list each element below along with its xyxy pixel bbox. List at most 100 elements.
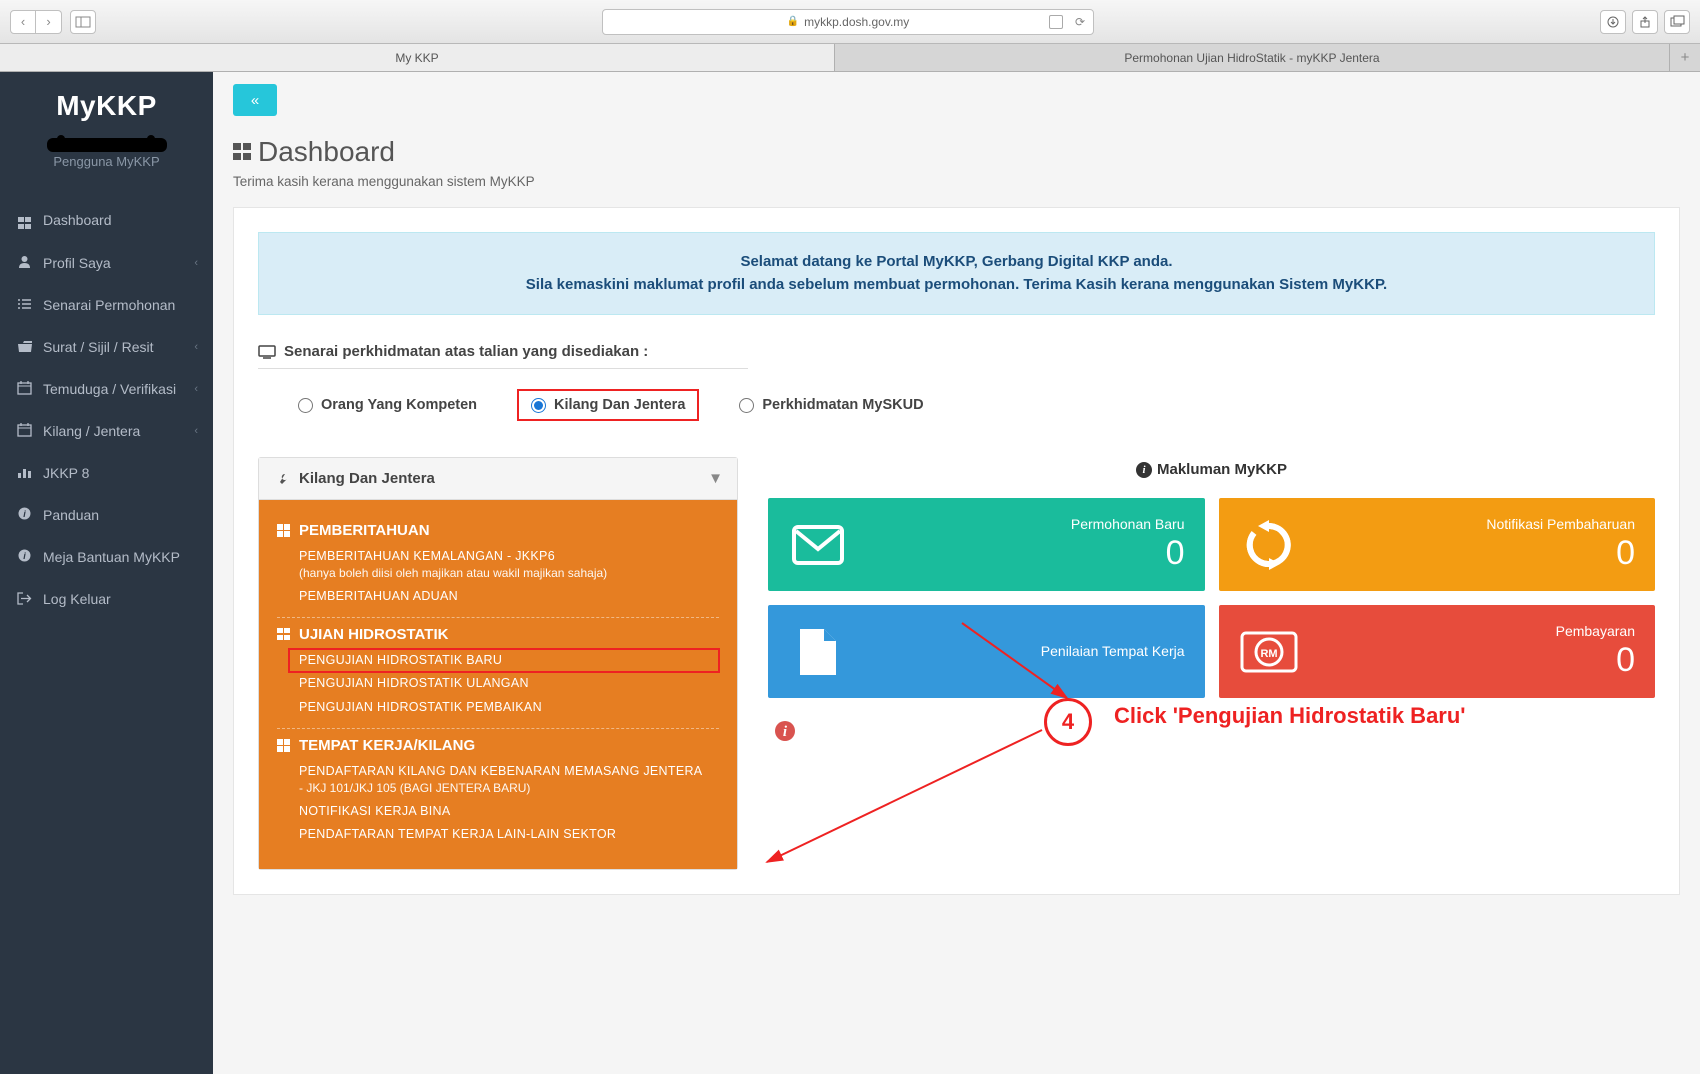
browser-tab[interactable]: Permohonan Ujian HidroStatik - myKKP Jen…	[835, 44, 1670, 71]
welcome-alert: Selamat datang ke Portal MyKKP, Gerbang …	[258, 232, 1655, 315]
sidebar-item-label: Surat / Sijil / Resit	[43, 339, 153, 355]
services-panel: Kilang Dan Jentera ▼ PEMBERITAHUANPEMBER…	[258, 457, 738, 870]
stat-card-notifikasi-pembaharuan[interactable]: Notifikasi Pembaharuan 0	[1219, 498, 1656, 591]
brand: MyKKP	[0, 90, 213, 122]
section-heading: PEMBERITAHUAN	[277, 522, 719, 539]
radio-input[interactable]	[739, 398, 754, 413]
chevron-down-icon: ▼	[708, 470, 723, 487]
chevron-left-icon: ‹	[194, 257, 198, 269]
sidebar-item-label: Senarai Permohonan	[43, 297, 175, 313]
sidebar-item-label: Temuduga / Verifikasi	[43, 381, 176, 397]
sidebar-item-surat-sijil-resit[interactable]: Surat / Sijil / Resit‹	[0, 326, 213, 368]
panel-item[interactable]: PEMBERITAHUAN ADUAN	[277, 585, 719, 609]
panel-item[interactable]: PENGUJIAN HIDROSTATIK BARU	[289, 649, 719, 673]
tabs-button[interactable]	[1664, 10, 1690, 34]
panel-item[interactable]: PENGUJIAN HIDROSTATIK ULANGAN	[277, 672, 719, 696]
sidebar-item-label: Dashboard	[43, 212, 112, 228]
monitor-icon	[258, 345, 276, 359]
page-title: Dashboard	[233, 136, 1680, 168]
panel-item[interactable]: PENGUJIAN HIDROSTATIK PEMBAIKAN	[277, 696, 719, 720]
redacted-username	[47, 138, 167, 152]
card-value: 0	[1313, 641, 1636, 680]
service-radio-kilang-dan-jentera[interactable]: Kilang Dan Jentera	[517, 389, 699, 421]
url-bar[interactable]: 🔒 mykkp.dosh.gov.my ⟳	[602, 9, 1094, 35]
sidebar-item-dashboard[interactable]: Dashboard	[0, 197, 213, 242]
services-heading: Senarai perkhidmatan atas talian yang di…	[258, 343, 748, 369]
grid-icon	[277, 628, 291, 641]
info-icon: i	[1136, 462, 1152, 478]
section-heading: TEMPAT KERJA/KILANG	[277, 737, 719, 754]
annotation-step-circle: 4	[1044, 698, 1092, 746]
stat-card-pembayaran[interactable]: RM Pembayaran 0	[1219, 605, 1656, 698]
sidebar-item-meja-bantuan-mykkp[interactable]: iMeja Bantuan MyKKP	[0, 536, 213, 578]
sidebar-collapse-button[interactable]: «	[233, 84, 277, 116]
card-label: Pembayaran	[1313, 623, 1636, 639]
back-button[interactable]: ‹	[10, 10, 36, 34]
chevron-left-icon: ‹	[194, 383, 198, 395]
user-icon	[18, 255, 33, 271]
reload-icon[interactable]: ⟳	[1075, 15, 1085, 29]
file-icon	[788, 627, 848, 677]
folder-icon	[18, 340, 33, 355]
logout-icon	[18, 592, 33, 607]
downloads-button[interactable]	[1600, 10, 1626, 34]
sidebar-item-kilang-jentera[interactable]: Kilang / Jentera ‹	[0, 410, 213, 452]
panel-item-sub: (hanya boleh diisi oleh majikan atau wak…	[277, 566, 719, 580]
chevron-left-icon: ‹	[194, 425, 198, 437]
card-label: Notifikasi Pembaharuan	[1313, 516, 1636, 532]
sidebar-item-label: Panduan	[43, 507, 99, 523]
reader-icon[interactable]	[1049, 15, 1063, 29]
stat-card-penilaian-tempat-kerja[interactable]: Penilaian Tempat Kerja	[768, 605, 1205, 698]
card-value: 0	[1313, 534, 1636, 573]
main-content: « Dashboard Terima kasih kerana mengguna…	[213, 72, 1700, 1074]
sidebar-item-label: Meja Bantuan MyKKP	[43, 549, 180, 565]
panel-item[interactable]: NOTIFIKASI KERJA BINA	[277, 800, 719, 824]
makluman-heading: i Makluman MyKKP	[768, 461, 1655, 478]
calendar-icon	[18, 423, 33, 439]
grid-icon	[18, 210, 33, 229]
browser-tabbar: My KKP Permohonan Ujian HidroStatik - my…	[0, 44, 1700, 72]
new-tab-button[interactable]: +	[1670, 44, 1700, 71]
panel-section: PEMBERITAHUANPEMBERITAHUAN KEMALANGAN - …	[277, 514, 719, 618]
section-heading: UJIAN HIDROSTATIK	[277, 626, 719, 643]
grid-icon	[277, 739, 291, 752]
rm-icon: RM	[1239, 631, 1299, 673]
radio-input[interactable]	[531, 398, 546, 413]
user-role: Pengguna MyKKP	[0, 154, 213, 169]
share-button[interactable]	[1632, 10, 1658, 34]
browser-toolbar: ‹ › 🔒 mykkp.dosh.gov.my ⟳	[0, 0, 1700, 44]
browser-tab[interactable]: My KKP	[0, 44, 835, 71]
sidebar-item-panduan[interactable]: i Panduan	[0, 494, 213, 536]
sidebar-item-label: JKKP 8	[43, 465, 89, 481]
stat-card-permohonan-baru[interactable]: Permohonan Baru0	[768, 498, 1205, 591]
panel-header[interactable]: Kilang Dan Jentera ▼	[259, 458, 737, 500]
panel-item-sub: - JKJ 101/JKJ 105 (BAGI JENTERA BARU)	[277, 781, 719, 795]
annotation-text: Click 'Pengujian Hidrostatik Baru'	[1114, 703, 1466, 729]
dashboard-icon	[233, 143, 253, 161]
calendar-icon	[18, 381, 33, 397]
service-radio-orang-yang-kompeten[interactable]: Orang Yang Kompeten	[298, 389, 477, 421]
mail-icon	[788, 525, 848, 565]
radio-input[interactable]	[298, 398, 313, 413]
sidebar-item-senarai-permohonan[interactable]: Senarai Permohonan	[0, 284, 213, 326]
sidebar-item-label: Kilang / Jentera	[43, 423, 140, 439]
grid-icon	[277, 524, 291, 537]
sidebar-item-temuduga-verifikasi[interactable]: Temuduga / Verifikasi ‹	[0, 368, 213, 410]
info-icon: i	[18, 507, 33, 523]
forward-button[interactable]: ›	[36, 10, 62, 34]
service-radio-perkhidmatan-myskud[interactable]: Perkhidmatan MySKUD	[739, 389, 923, 421]
card-label: Penilaian Tempat Kerja	[862, 643, 1185, 659]
card-label: Permohonan Baru	[862, 516, 1185, 532]
panel-section: UJIAN HIDROSTATIK PENGUJIAN HIDROSTATIK B…	[277, 618, 719, 729]
brand-title: MyKKP	[0, 90, 213, 122]
wrench-icon	[275, 472, 289, 486]
sidebar-item-jkkp-8[interactable]: JKKP 8	[0, 452, 213, 494]
sidebar-item-log-keluar[interactable]: Log Keluar	[0, 578, 213, 620]
sidebar-item-label: Profil Saya	[43, 255, 111, 271]
sidebar-toggle-button[interactable]	[70, 10, 96, 34]
panel-item[interactable]: PENDAFTARAN TEMPAT KERJA LAIN-LAIN SEKTO…	[277, 823, 719, 847]
sidebar-item-profil-saya[interactable]: Profil Saya ‹	[0, 242, 213, 284]
lock-icon: 🔒	[787, 16, 799, 27]
panel-section: TEMPAT KERJA/KILANGPENDAFTARAN KILANG DA…	[277, 729, 719, 855]
list-icon	[18, 298, 33, 313]
